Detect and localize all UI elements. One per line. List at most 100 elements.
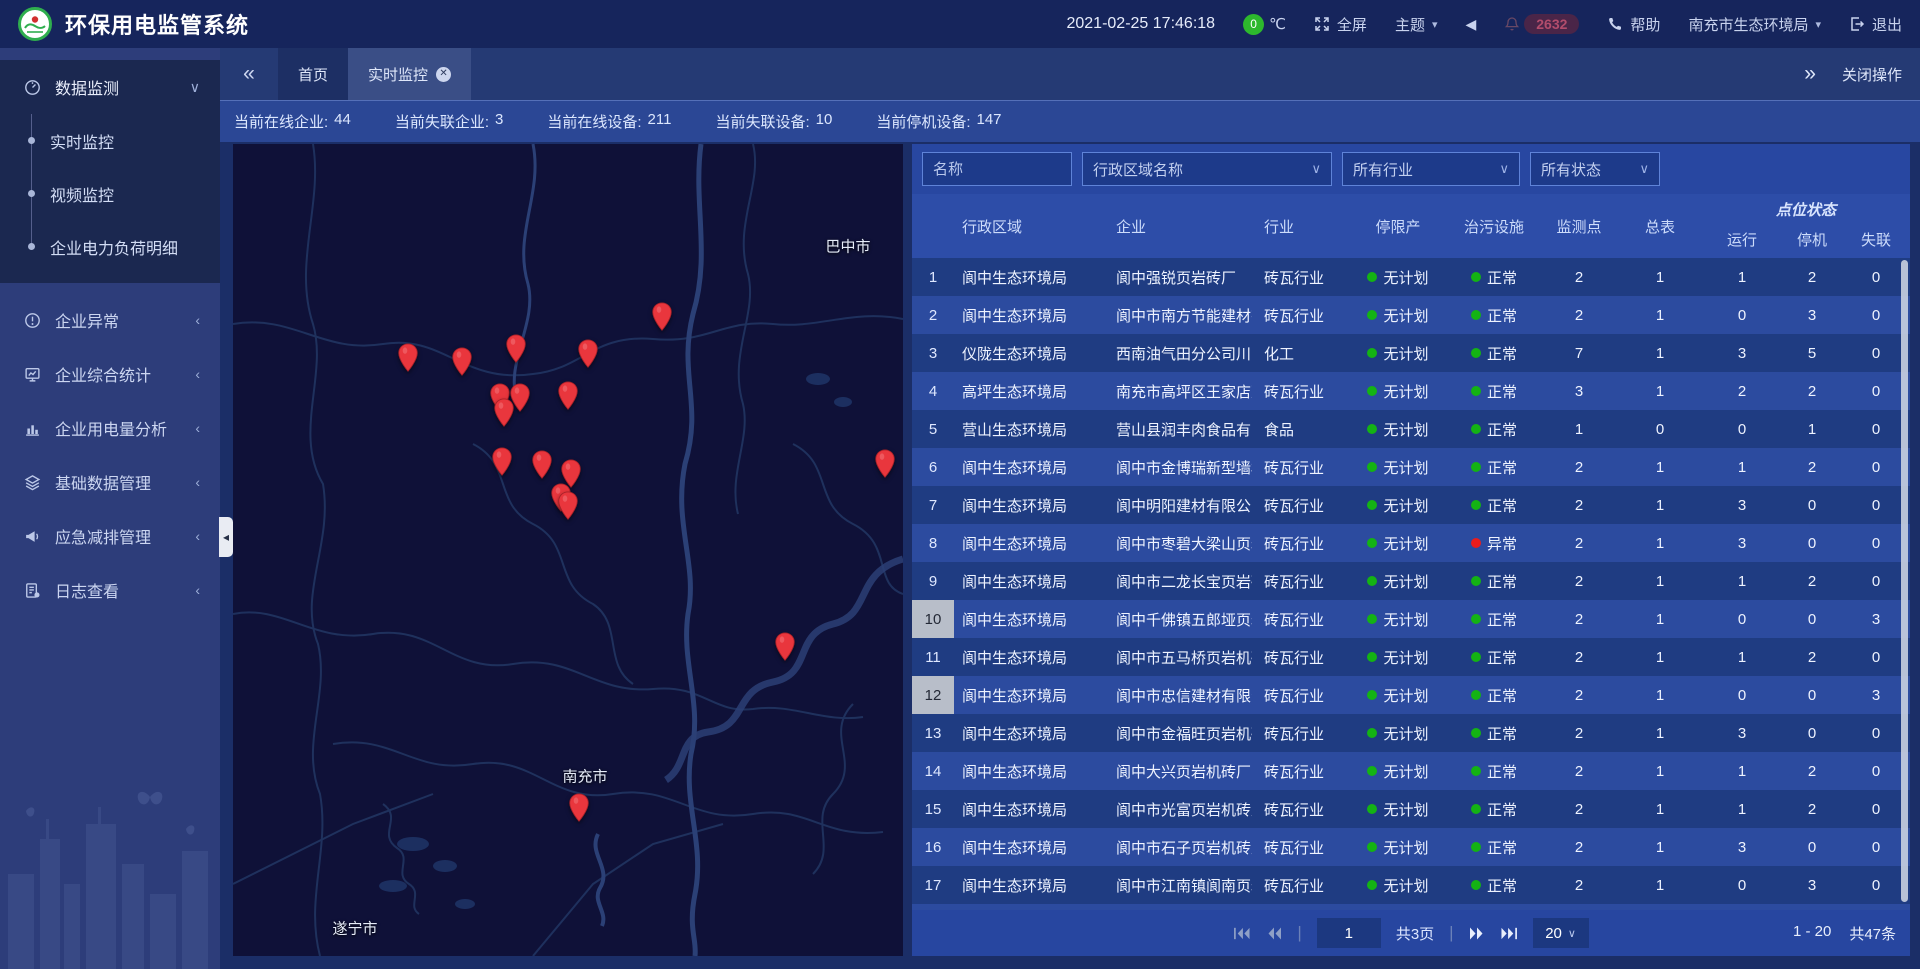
close-operations-button[interactable]: 关闭操作 [1842, 64, 1902, 85]
col-header-stop: 停机 [1782, 220, 1842, 258]
cell-limit-status: 无计划 [1348, 372, 1448, 410]
name-filter-input[interactable] [933, 161, 1061, 178]
table-row[interactable]: 1 阆中生态环境局 阆中强锐页岩砖厂 砖瓦行业 无计划 [912, 258, 1910, 296]
chevron-down-icon: ∨ [1568, 927, 1576, 940]
map-pin-icon[interactable] [874, 449, 896, 479]
next-page-button[interactable] [1469, 927, 1486, 940]
table-row[interactable]: 17 阆中生态环境局 阆中市江南镇阆南页岩 砖瓦行业 无计划 [912, 866, 1910, 904]
map-pin-icon[interactable] [568, 793, 590, 823]
table-row[interactable]: 5 营山生态环境局 营山县润丰肉食品有限 食品 无计划 [912, 410, 1910, 448]
cell-limit-status: 无计划 [1348, 828, 1448, 866]
sidebar-item-data-monitoring[interactable]: 数据监测 ∨ [0, 60, 220, 114]
table-row[interactable]: 12 阆中生态环境局 阆中市忠信建材有限公 砖瓦行业 无计划 [912, 676, 1910, 714]
prev-page-button[interactable] [1265, 927, 1282, 940]
cell-run: 3 [1702, 714, 1782, 752]
cell-industry: 砖瓦行业 [1252, 790, 1348, 828]
chevron-down-icon: ∨ [1631, 161, 1649, 177]
bullet-icon [28, 137, 35, 144]
map-pin-icon[interactable] [577, 339, 599, 369]
map-pin-icon[interactable] [397, 343, 419, 373]
tabs-scroll-right-button[interactable]: » [1804, 62, 1816, 86]
tab-home[interactable]: 首页 [278, 48, 348, 100]
cell-company: 阆中千佛镇五郎垭页岩 [1094, 600, 1252, 638]
sidebar-item-enterprise-abnormal[interactable]: 企业异常 ‹ [0, 293, 220, 347]
region-filter-select[interactable]: 行政区域名称 ∨ [1082, 152, 1332, 186]
fullscreen-button[interactable]: 全屏 [1314, 14, 1367, 35]
map-pin-icon[interactable] [531, 450, 553, 480]
sidebar-collapse-button[interactable]: ◂ [219, 517, 233, 557]
cell-region: 阆中生态环境局 [954, 562, 1094, 600]
cell-run: 1 [1702, 752, 1782, 790]
logout-button[interactable]: 退出 [1849, 14, 1902, 35]
table-row[interactable]: 15 阆中生态环境局 阆中市光富页岩机砖厂 砖瓦行业 无计划 [912, 790, 1910, 828]
page-size-select[interactable]: 20 ∨ [1533, 918, 1589, 948]
theme-dropdown[interactable]: 主题 ▾ [1395, 14, 1438, 35]
table-row[interactable]: 7 阆中生态环境局 阆中明阳建材有限公司 砖瓦行业 无计划 [912, 486, 1910, 524]
industry-filter-select[interactable]: 所有行业 ∨ [1342, 152, 1520, 186]
row-index-cell: 6 [912, 448, 954, 486]
cell-stop: 2 [1782, 638, 1842, 676]
table-row[interactable]: 13 阆中生态环境局 阆中市金福旺页岩机砖 砖瓦行业 无计划 [912, 714, 1910, 752]
table-row[interactable]: 4 高坪生态环境局 南充市高坪区王家店建 砖瓦行业 无计划 [912, 372, 1910, 410]
cell-industry: 砖瓦行业 [1252, 562, 1348, 600]
last-page-button[interactable] [1501, 927, 1518, 940]
sidebar-item-enterprise-statistics[interactable]: 企业综合统计 ‹ [0, 347, 220, 401]
table-row[interactable]: 8 阆中生态环境局 阆中市枣碧大梁山页岩 砖瓦行业 无计划 [912, 524, 1910, 562]
chevron-collapsed-icon: ‹ [195, 582, 200, 598]
sidebar-item-realtime-monitor[interactable]: 实时监控 [0, 114, 220, 167]
cell-company: 阆中市南方节能建材有 [1094, 296, 1252, 334]
table-scrollbar[interactable] [1901, 260, 1908, 902]
notification-button[interactable]: 2632 [1504, 14, 1579, 34]
sidebar-item-video-monitor[interactable]: 视频监控 [0, 167, 220, 220]
map-canvas[interactable]: 巴中市 南充市 遂宁市 [233, 144, 903, 956]
map-pin-icon[interactable] [505, 334, 527, 364]
cell-points: 7 [1540, 334, 1618, 372]
stat-label: 当前在线设备: [547, 111, 641, 132]
table-row[interactable]: 9 阆中生态环境局 阆中市二龙长宝页岩砖 砖瓦行业 无计划 [912, 562, 1910, 600]
cell-facility-status: 正常 [1448, 334, 1540, 372]
page-number-input[interactable]: 1 [1317, 918, 1381, 948]
log-icon [24, 582, 41, 599]
table-row[interactable]: 3 仪陇生态环境局 西南油气田分公司川中 化工 无计划 [912, 334, 1910, 372]
cell-run: 3 [1702, 524, 1782, 562]
table-row[interactable]: 2 阆中生态环境局 阆中市南方节能建材有 砖瓦行业 无计划 [912, 296, 1910, 334]
col-header-company: 企业 [1094, 194, 1252, 258]
status-filter-select[interactable]: 所有状态 ∨ [1530, 152, 1660, 186]
volume-icon: ◀ [1465, 16, 1476, 33]
tab-close-icon[interactable]: ✕ [436, 67, 451, 82]
temperature-indicator: 0 ℃ [1243, 14, 1286, 35]
table-row[interactable]: 10 阆中生态环境局 阆中千佛镇五郎垭页岩 砖瓦行业 无计划 [912, 600, 1910, 638]
first-page-button[interactable] [1233, 927, 1250, 940]
map-pin-icon[interactable] [651, 302, 673, 332]
map-pin-icon[interactable] [451, 347, 473, 377]
help-button[interactable]: 帮助 [1607, 14, 1660, 35]
limit-status-dot [1367, 576, 1377, 586]
sidebar-item-power-load-detail[interactable]: 企业电力负荷明细 [0, 220, 220, 273]
sidebar-item-emergency-reduction[interactable]: 应急减排管理 ‹ [0, 509, 220, 563]
org-dropdown[interactable]: 南充市生态环境局 ▾ [1688, 14, 1821, 35]
sidebar-item-power-analysis[interactable]: 企业用电量分析 ‹ [0, 401, 220, 455]
table-row[interactable]: 11 阆中生态环境局 阆中市五马桥页岩机砖 砖瓦行业 无计划 [912, 638, 1910, 676]
tab-realtime-monitor[interactable]: 实时监控 ✕ [348, 48, 471, 100]
map-pin-icon[interactable] [557, 381, 579, 411]
table-row[interactable]: 16 阆中生态环境局 阆中市石子页岩机砖厂 砖瓦行业 无计划 [912, 828, 1910, 866]
sidebar: 数据监测 ∨ 实时监控 视频监控 企业电力负荷明细 [0, 48, 220, 969]
cell-lost: 0 [1842, 714, 1910, 752]
cell-company: 营山县润丰肉食品有限 [1094, 410, 1252, 448]
map-pin-icon[interactable] [774, 632, 796, 662]
tabs-scroll-left-button[interactable]: « [220, 48, 278, 100]
sidebar-item-base-data[interactable]: 基础数据管理 ‹ [0, 455, 220, 509]
cell-points: 3 [1540, 372, 1618, 410]
map-pin-icon[interactable] [493, 398, 515, 428]
sidebar-group-data-monitoring: 数据监测 ∨ 实时监控 视频监控 企业电力负荷明细 [0, 60, 220, 283]
name-filter-field[interactable] [922, 152, 1072, 186]
temperature-badge: 0 [1243, 14, 1264, 35]
map-pin-icon[interactable] [557, 491, 579, 521]
map-city-label: 南充市 [562, 766, 607, 787]
table-row[interactable]: 6 阆中生态环境局 阆中市金博瑞新型墙材 砖瓦行业 无计划 [912, 448, 1910, 486]
table-row[interactable]: 14 阆中生态环境局 阆中大兴页岩机砖厂 砖瓦行业 无计划 [912, 752, 1910, 790]
map-pin-icon[interactable] [491, 447, 513, 477]
sidebar-item-log-view[interactable]: 日志查看 ‹ [0, 563, 220, 617]
volume-button[interactable]: ◀ [1465, 16, 1476, 33]
cell-points: 2 [1540, 600, 1618, 638]
